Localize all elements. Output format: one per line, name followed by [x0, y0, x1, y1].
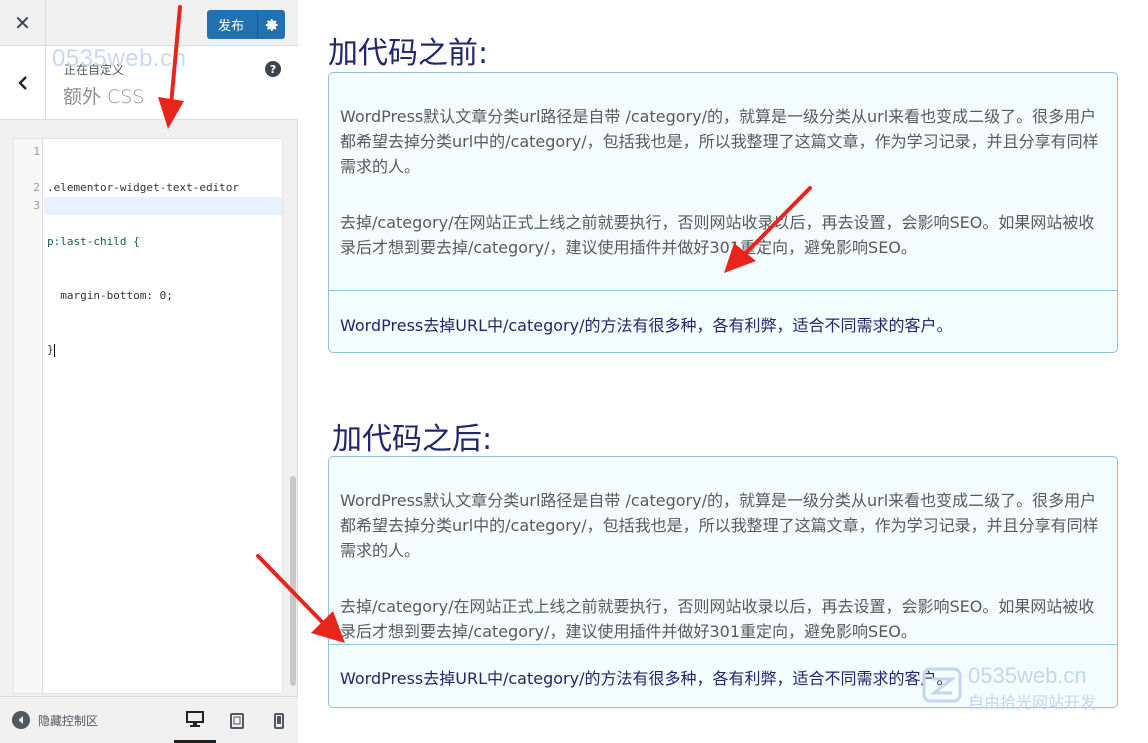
- desktop-icon: [186, 710, 204, 727]
- section-header: 正在自定义 额外 CSS ?: [0, 46, 298, 120]
- css-code-editor[interactable]: 1 2 3 .elementor-widget-text-editor p:la…: [13, 138, 283, 694]
- preview-tablet-button[interactable]: [216, 697, 258, 743]
- line-numbers: 1 2 3: [14, 143, 40, 215]
- close-customizer-button[interactable]: ✕: [0, 0, 46, 46]
- paragraph-1: WordPress默认文章分类url路径是自带 /category/的，就算是一…: [340, 107, 1099, 176]
- paragraph-2: 去掉/category/在网站正式上线之前就要执行，否则网站收录以后，再去设置，…: [340, 213, 1095, 257]
- code-content[interactable]: .elementor-widget-text-editor p:last-chi…: [47, 143, 239, 395]
- customizer-header: ✕ 发布: [0, 0, 298, 46]
- section-title: 额外 CSS: [63, 86, 145, 108]
- line-number: 3: [33, 199, 40, 212]
- line-number: 1: [33, 145, 40, 158]
- arrow-left-circle-icon: [12, 711, 30, 729]
- code-line-with-cursor: }: [47, 341, 239, 359]
- publish-button[interactable]: 发布: [207, 10, 285, 39]
- box-footer-text: WordPress去掉URL中/category/的方法有很多种，各有利弊，适合…: [340, 669, 953, 688]
- preview-mobile-button[interactable]: [258, 697, 300, 743]
- line-number: 2: [33, 181, 40, 194]
- line-number: [14, 161, 40, 179]
- customizer-panel: ✕ 发布 正在自定义 额外 CSS ? 0535web.cn 1 2 3 .el…: [0, 0, 298, 743]
- breadcrumb: 正在自定义: [64, 63, 125, 77]
- code-line: margin-bottom: 0;: [47, 289, 173, 302]
- code-line: p:last-child {: [47, 235, 140, 248]
- gear-icon[interactable]: [258, 18, 285, 32]
- site-preview: 加代码之前: WordPress默认文章分类url路径是自带 /category…: [299, 0, 1148, 743]
- line-number-gutter: 1 2 3: [14, 139, 43, 693]
- content-box-before: WordPress默认文章分类url路径是自带 /category/的，就算是一…: [328, 72, 1118, 353]
- close-icon: ✕: [14, 11, 31, 35]
- box-divider: [329, 290, 1117, 291]
- text-cursor: [53, 343, 55, 357]
- tablet-icon: [230, 712, 244, 729]
- customizer-footer: 隐藏控制区: [0, 696, 298, 743]
- code-line: }: [47, 343, 54, 356]
- back-button[interactable]: [0, 46, 46, 120]
- code-line: .elementor-widget-text-editor: [47, 181, 240, 194]
- before-heading: 加代码之前:: [328, 36, 489, 71]
- collapse-label: 隐藏控制区: [38, 713, 99, 728]
- after-heading: 加代码之后:: [332, 422, 493, 457]
- paragraph-2: 去掉/category/在网站正式上线之前就要执行，否则网站收录以后，再去设置，…: [340, 597, 1095, 641]
- box-divider: [329, 644, 1117, 645]
- preview-desktop-button[interactable]: [174, 697, 216, 743]
- help-icon[interactable]: ?: [265, 61, 281, 77]
- publish-label: 发布: [218, 19, 245, 34]
- paragraph-1: WordPress默认文章分类url路径是自带 /category/的，就算是一…: [340, 491, 1099, 560]
- content-box-after: WordPress默认文章分类url路径是自带 /category/的，就算是一…: [328, 456, 1118, 708]
- box-footer-text: WordPress去掉URL中/category/的方法有很多种，各有利弊，适合…: [340, 316, 953, 335]
- panel-scrollbar[interactable]: [290, 476, 296, 686]
- chevron-left-icon: [17, 76, 27, 90]
- collapse-controls-button[interactable]: 隐藏控制区: [12, 711, 98, 729]
- mobile-icon: [274, 712, 284, 729]
